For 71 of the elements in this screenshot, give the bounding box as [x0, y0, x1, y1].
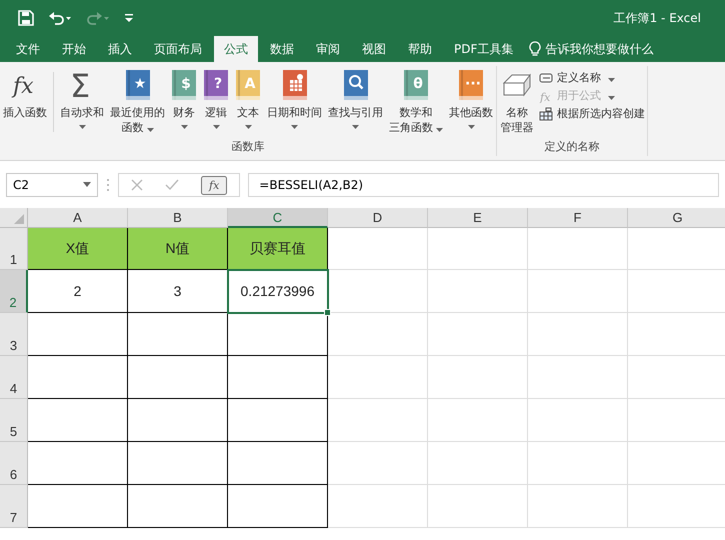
column-header[interactable]: F: [528, 208, 628, 228]
ribbon-tab[interactable]: 视图: [352, 36, 396, 62]
ribbon-button[interactable]: fx 插入函数: [0, 66, 50, 120]
group-label: 函数库: [230, 139, 266, 155]
row-header[interactable]: 3: [0, 313, 28, 356]
ribbon-tab[interactable]: 帮助: [398, 36, 442, 62]
column-header[interactable]: C: [228, 208, 328, 228]
ribbon-tab[interactable]: 插入: [98, 36, 142, 62]
ribbon-button[interactable]: 根据所选内容创建: [537, 106, 647, 121]
check-icon[interactable]: [165, 179, 179, 191]
function-icon: fx: [539, 88, 553, 102]
tag-icon: [539, 72, 553, 84]
ribbon-tab[interactable]: 页面布局: [144, 36, 212, 62]
row-header[interactable]: 4: [0, 356, 28, 399]
column-header[interactable]: B: [128, 208, 228, 228]
ribbon-button[interactable]: 定义名称: [537, 70, 647, 85]
ribbon-tab[interactable]: 公式: [214, 36, 258, 62]
ribbon-button[interactable]: 名称 管理器: [497, 66, 537, 135]
tell-me-search[interactable]: 告诉我你想要做什么: [529, 40, 654, 58]
ribbon-button[interactable]: ? 逻辑: [200, 66, 232, 129]
ribbon-button[interactable]: 查找与引用: [325, 66, 386, 129]
formula-field[interactable]: =BESSELI(A2,B2): [248, 173, 719, 197]
ribbon-button[interactable]: $ 财务: [168, 66, 200, 129]
select-all-icon[interactable]: [13, 213, 25, 225]
table-cell: N值: [128, 228, 228, 270]
book-icon: ?: [203, 69, 229, 101]
table-cell: X值: [28, 228, 128, 270]
ribbon-tab[interactable]: 开始: [52, 36, 96, 62]
column-header[interactable]: E: [428, 208, 528, 228]
row-header[interactable]: 5: [0, 399, 28, 442]
customize-icon[interactable]: [124, 13, 134, 23]
ribbon-button[interactable]: θ 数学和 三角函数: [386, 66, 446, 135]
column-header[interactable]: A: [28, 208, 128, 228]
book-icon: A: [235, 69, 261, 101]
row-header[interactable]: 2: [0, 270, 28, 313]
table-cell: 贝赛耳值: [228, 228, 328, 270]
book-icon: θ: [403, 69, 429, 101]
group-label: 定义的名称: [544, 139, 600, 155]
ribbon-button[interactable]: ··· 其他函数: [446, 66, 496, 129]
ribbon-tab[interactable]: 审阅: [306, 36, 350, 62]
dropdown-icon: [83, 182, 91, 188]
book-icon: ···: [458, 69, 484, 101]
ribbon-button[interactable]: A 文本: [232, 66, 264, 129]
function-icon: fx: [9, 69, 41, 101]
save-icon[interactable]: [18, 10, 34, 26]
sigma-icon: Σ: [66, 69, 98, 101]
undo-icon[interactable]: [48, 10, 72, 26]
row-header[interactable]: 7: [0, 485, 28, 528]
column-header[interactable]: D: [328, 208, 428, 228]
book-icon: $: [171, 69, 197, 101]
table-cell: 2: [28, 270, 128, 313]
row-header[interactable]: 1: [0, 228, 28, 270]
ribbon-tab[interactable]: 数据: [260, 36, 304, 62]
window-title: 工作簿1 - Excel: [614, 10, 701, 26]
lightbulb-icon: [529, 41, 542, 57]
name-box[interactable]: C2: [6, 173, 98, 197]
ribbon-button[interactable]: ★ 最近使用的 函数: [107, 66, 168, 135]
cancel-icon[interactable]: [131, 179, 143, 191]
ribbon-button[interactable]: 日期和时间: [264, 66, 325, 129]
ribbon-tab[interactable]: PDF工具集: [444, 36, 524, 62]
redo-icon[interactable]: [86, 10, 110, 26]
ribbon-tab[interactable]: 文件: [6, 36, 50, 62]
table-icon: [539, 106, 553, 120]
insert-function-button[interactable]: fx: [201, 176, 228, 194]
grip-icon: [106, 178, 110, 192]
row-header[interactable]: 6: [0, 442, 28, 485]
book-icon: ★: [124, 69, 150, 101]
table-cell: 3: [128, 270, 228, 313]
ribbon-button[interactable]: Σ 自动求和: [57, 66, 107, 129]
column-header[interactable]: G: [628, 208, 725, 228]
table-cell: 0.21273996: [228, 270, 328, 313]
